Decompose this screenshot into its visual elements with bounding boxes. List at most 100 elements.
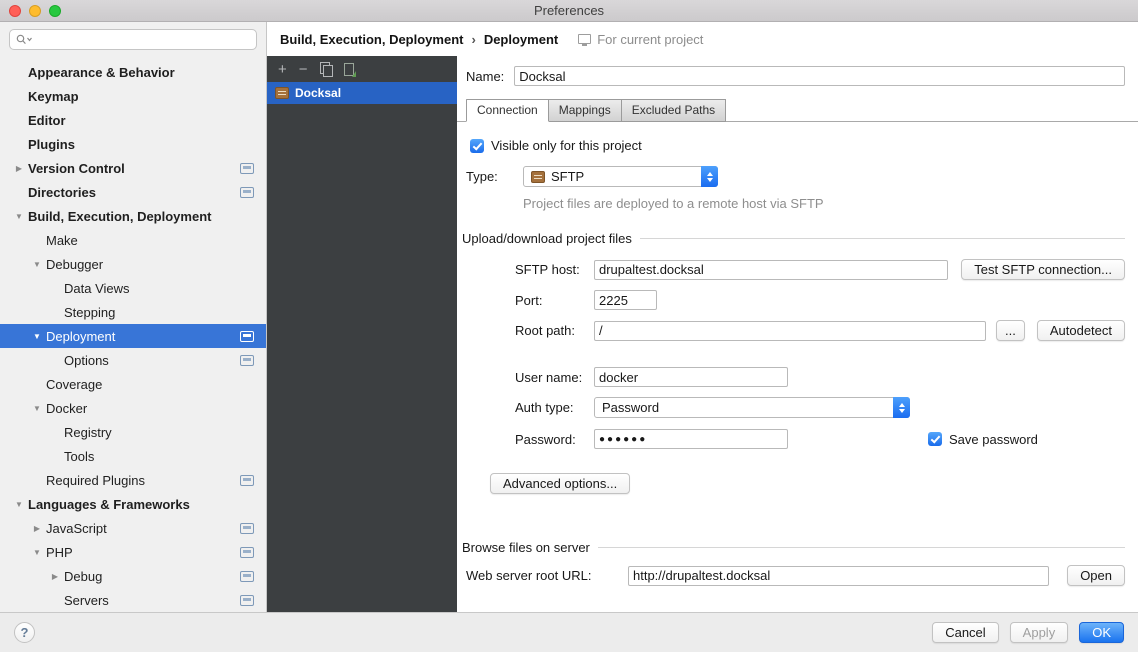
paste-server-icon[interactable]: [344, 63, 354, 76]
password-label: Password:: [515, 432, 594, 447]
zoom-button[interactable]: [49, 5, 61, 17]
name-input[interactable]: [514, 66, 1125, 86]
sidebar-item-label: Stepping: [64, 305, 115, 320]
add-server-icon[interactable]: +: [278, 62, 287, 77]
section-divider: [640, 238, 1125, 239]
search-icon: [16, 34, 33, 45]
sidebar-item-docker[interactable]: ▼Docker: [0, 396, 266, 420]
upload-section-title: Upload/download project files: [462, 231, 632, 246]
sidebar-item-label: Options: [64, 353, 109, 368]
shared-settings-icon: [240, 571, 254, 582]
chevron-right-icon[interactable]: ▶: [28, 524, 46, 533]
sidebar-item-editor[interactable]: Editor: [0, 108, 266, 132]
sidebar-item-label: Registry: [64, 425, 112, 440]
type-select[interactable]: SFTP: [523, 166, 718, 187]
autodetect-button[interactable]: Autodetect: [1037, 320, 1125, 341]
save-password-checkbox[interactable]: [928, 432, 942, 446]
tab-connection[interactable]: Connection: [466, 99, 549, 122]
sidebar-item-registry[interactable]: Registry: [0, 420, 266, 444]
sidebar-item-php[interactable]: ▼PHP: [0, 540, 266, 564]
web-root-input[interactable]: [628, 566, 1049, 586]
tab-mappings[interactable]: Mappings: [549, 99, 622, 122]
upload-section-header: Upload/download project files: [462, 231, 1125, 246]
sftp-host-label: SFTP host:: [515, 262, 594, 277]
shared-settings-icon: [240, 547, 254, 558]
sidebar-item-directories[interactable]: Directories: [0, 180, 266, 204]
window-title: Preferences: [0, 3, 1138, 18]
test-connection-button[interactable]: Test SFTP connection...: [961, 259, 1125, 280]
sidebar-item-tools[interactable]: Tools: [0, 444, 266, 468]
open-url-button[interactable]: Open: [1067, 565, 1125, 586]
shared-settings-icon: [240, 475, 254, 486]
chevron-down-icon[interactable]: ▼: [10, 212, 28, 221]
sidebar-item-label: Servers: [64, 593, 109, 608]
chevron-down-icon[interactable]: ▼: [10, 500, 28, 509]
shared-settings-icon: [240, 595, 254, 606]
root-path-input[interactable]: [594, 321, 986, 341]
tab-excluded-paths[interactable]: Excluded Paths: [622, 99, 726, 122]
user-name-input[interactable]: [594, 367, 788, 387]
ok-button[interactable]: OK: [1079, 622, 1124, 643]
chevron-down-icon[interactable]: ▼: [28, 404, 46, 413]
sidebar-item-version-control[interactable]: ▶Version Control: [0, 156, 266, 180]
sidebar-item-required-plugins[interactable]: Required Plugins: [0, 468, 266, 492]
sidebar-item-data-views[interactable]: Data Views: [0, 276, 266, 300]
settings-search[interactable]: [9, 29, 257, 50]
search-input[interactable]: [37, 33, 250, 47]
deployment-settings-form: Name: Connection Mappings Excluded Paths…: [457, 56, 1138, 612]
chevron-right-icon[interactable]: ▶: [10, 164, 28, 173]
sidebar-item-servers[interactable]: Servers: [0, 588, 266, 612]
sidebar-item-label: Directories: [28, 185, 96, 200]
sidebar-item-label: Debug: [64, 569, 102, 584]
sidebar-item-plugins[interactable]: Plugins: [0, 132, 266, 156]
advanced-options-button[interactable]: Advanced options...: [490, 473, 630, 494]
save-password-label: Save password: [949, 432, 1038, 447]
sidebar-item-languages-frameworks[interactable]: ▼Languages & Frameworks: [0, 492, 266, 516]
name-label: Name:: [466, 69, 504, 84]
chevron-down-icon[interactable]: ▼: [28, 548, 46, 557]
apply-button[interactable]: Apply: [1010, 622, 1069, 643]
copy-server-icon[interactable]: [320, 62, 332, 76]
help-button[interactable]: ?: [14, 622, 35, 643]
sidebar-item-label: Required Plugins: [46, 473, 145, 488]
port-input[interactable]: [594, 290, 657, 310]
sftp-type-icon: [531, 171, 545, 183]
shared-settings-icon: [240, 523, 254, 534]
server-list-item[interactable]: Docksal: [267, 82, 457, 104]
sidebar-item-make[interactable]: Make: [0, 228, 266, 252]
sidebar-item-debugger[interactable]: ▼Debugger: [0, 252, 266, 276]
sidebar-item-debug[interactable]: ▶Debug: [0, 564, 266, 588]
auth-type-select[interactable]: Password: [594, 397, 910, 418]
sidebar-item-build-execution-deployment[interactable]: ▼Build, Execution, Deployment: [0, 204, 266, 228]
chevron-down-icon[interactable]: ▼: [28, 332, 46, 341]
cancel-button[interactable]: Cancel: [932, 622, 998, 643]
chevron-down-icon[interactable]: ▼: [28, 260, 46, 269]
auth-type-label: Auth type:: [515, 400, 594, 415]
sidebar-item-stepping[interactable]: Stepping: [0, 300, 266, 324]
password-input[interactable]: [594, 429, 788, 449]
port-label: Port:: [515, 293, 594, 308]
sidebar-item-keymap[interactable]: Keymap: [0, 84, 266, 108]
sftp-host-input[interactable]: [594, 260, 948, 280]
minimize-button[interactable]: [29, 5, 41, 17]
sidebar-item-coverage[interactable]: Coverage: [0, 372, 266, 396]
dropdown-stepper-icon: [701, 166, 718, 187]
sidebar-item-options[interactable]: Options: [0, 348, 266, 372]
sidebar-item-label: Coverage: [46, 377, 102, 392]
sidebar-item-javascript[interactable]: ▶JavaScript: [0, 516, 266, 540]
breadcrumb-item[interactable]: Build, Execution, Deployment: [280, 32, 463, 47]
sidebar-item-appearance-behavior[interactable]: Appearance & Behavior: [0, 60, 266, 84]
visible-only-checkbox[interactable]: [470, 139, 484, 153]
chevron-right-icon[interactable]: ▶: [46, 572, 64, 581]
web-root-label: Web server root URL:: [466, 568, 628, 583]
close-button[interactable]: [9, 5, 21, 17]
server-list: Docksal: [267, 82, 457, 612]
sidebar-item-label: Appearance & Behavior: [28, 65, 175, 80]
browse-root-button[interactable]: ...: [996, 320, 1025, 341]
sidebar-item-deployment[interactable]: ▼Deployment: [0, 324, 266, 348]
sidebar-item-label: JavaScript: [46, 521, 107, 536]
remove-server-icon[interactable]: −: [299, 62, 308, 77]
breadcrumb-item[interactable]: Deployment: [484, 32, 558, 47]
servers-panel: + − Docksal: [267, 56, 457, 612]
shared-settings-icon: [240, 355, 254, 366]
